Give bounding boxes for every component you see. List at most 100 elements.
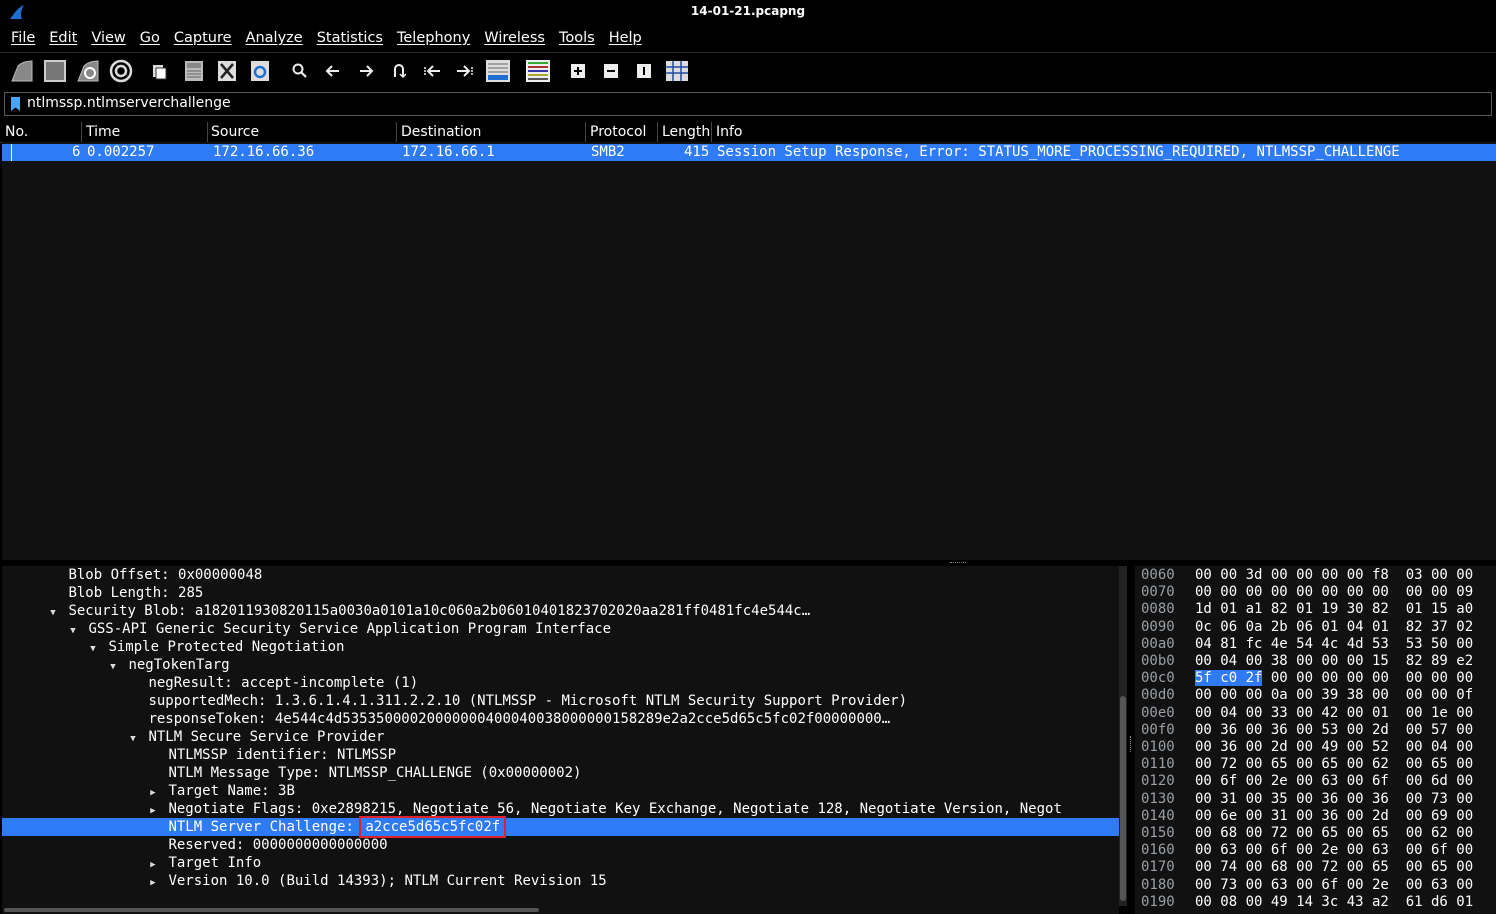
find-packet-icon[interactable] xyxy=(288,59,312,83)
bytes-line[interactable]: 0110 00 72 00 65 00 65 00 62 00 65 00 xyxy=(1135,756,1496,773)
packet-list[interactable]: 6 0.002257 172.16.66.36 172.16.66.1 SMB2… xyxy=(2,142,1496,560)
column-header-info[interactable]: Info xyxy=(716,124,743,142)
column-header-protocol[interactable]: Protocol xyxy=(590,124,646,142)
column-separator[interactable] xyxy=(711,122,712,142)
tree-item[interactable]: negResult: accept-incomplete (1) xyxy=(2,674,1119,692)
close-file-icon[interactable] xyxy=(215,59,239,83)
stop-square-icon[interactable] xyxy=(43,59,67,83)
tree-item[interactable]: NTLMSSP identifier: NTLMSSP xyxy=(2,746,1119,764)
menu-wireless[interactable]: Wireless xyxy=(477,30,552,46)
column-header-no[interactable]: No. xyxy=(5,124,28,142)
save-file-icon[interactable] xyxy=(182,59,206,83)
open-file-icon[interactable] xyxy=(148,59,172,83)
bytes-line[interactable]: 00c0 5f c0 2f 00 00 00 00 00 00 00 00 xyxy=(1135,670,1496,687)
menu-file[interactable]: File xyxy=(4,30,42,46)
bytes-line[interactable]: 0100 00 36 00 2d 00 49 00 52 00 04 00 xyxy=(1135,739,1496,756)
details-horizontal-scrollbar[interactable] xyxy=(2,906,1119,914)
display-filter-bar[interactable]: ntlmssp.ntlmserverchallenge xyxy=(4,92,1492,116)
column-header-length[interactable]: Length xyxy=(662,124,710,142)
tree-item[interactable]: responseToken: 4e544c4d53535000020000000… xyxy=(2,710,1119,728)
menu-edit[interactable]: Edit xyxy=(42,30,84,46)
column-separator[interactable] xyxy=(396,122,397,142)
go-forward-icon[interactable] xyxy=(354,59,378,83)
details-vertical-scrollbar[interactable] xyxy=(1119,566,1127,906)
menu-statistics[interactable]: Statistics xyxy=(310,30,390,46)
column-separator[interactable] xyxy=(81,122,82,142)
bytes-offset: 0060 xyxy=(1141,567,1175,583)
tree-item[interactable]: ▶ Target Name: 3B xyxy=(2,782,1119,800)
scrollbar-thumb[interactable] xyxy=(4,908,539,912)
resize-columns-icon[interactable] xyxy=(665,59,689,83)
column-header-destination[interactable]: Destination xyxy=(401,124,481,142)
bytes-line[interactable]: 0080 1d 01 a1 82 01 19 30 82 01 15 a0 xyxy=(1135,601,1496,618)
tree-item[interactable]: ▼ GSS-API Generic Security Service Appli… xyxy=(2,620,1119,638)
tree-item[interactable]: ▼ negTokenTarg xyxy=(2,656,1119,674)
shark-fin-start-icon[interactable] xyxy=(10,59,34,83)
menu-telephony[interactable]: Telephony xyxy=(390,30,477,46)
column-header-source[interactable]: Source xyxy=(211,124,259,142)
packet-bytes-pane[interactable]: 0060 00 00 3d 00 00 00 00 f8 03 00 00 0070… xyxy=(1135,566,1496,914)
bytes-line[interactable]: 00e0 00 04 00 33 00 42 00 01 00 1e 00 xyxy=(1135,705,1496,722)
splitter-grip[interactable] xyxy=(950,562,966,565)
go-to-packet-icon[interactable] xyxy=(387,59,411,83)
collapsed-arrow-icon[interactable]: ▶ xyxy=(146,874,160,892)
bytes-line[interactable]: 00b0 00 04 00 38 00 00 00 15 82 89 e2 xyxy=(1135,653,1496,670)
bytes-line[interactable]: 00d0 00 00 00 0a 00 39 38 00 00 00 0f xyxy=(1135,687,1496,704)
bytes-line[interactable]: 0140 00 6e 00 31 00 36 00 2d 00 69 00 xyxy=(1135,808,1496,825)
bytes-line[interactable]: 0160 00 63 00 6f 00 2e 00 63 00 6f 00 xyxy=(1135,842,1496,859)
tree-item[interactable]: NTLM Message Type: NTLMSSP_CHALLENGE (0x… xyxy=(2,764,1119,782)
capture-options-gear-icon[interactable] xyxy=(109,59,133,83)
splitter-grip[interactable] xyxy=(1130,736,1133,752)
tree-item[interactable]: ▼ Security Blob: a182011930820115a0030a0… xyxy=(2,602,1119,620)
normal-size-icon[interactable] xyxy=(632,59,656,83)
filter-bookmark-icon[interactable] xyxy=(11,97,20,111)
zoom-in-icon[interactable] xyxy=(566,59,590,83)
zoom-out-icon[interactable] xyxy=(599,59,623,83)
tree-item[interactable]: Blob Length: 285 xyxy=(2,584,1119,602)
tree-item[interactable]: ▼ NTLM Secure Service Provider xyxy=(2,728,1119,746)
reload-file-icon[interactable] xyxy=(248,59,272,83)
display-filter-input[interactable]: ntlmssp.ntlmserverchallenge xyxy=(27,95,231,111)
scrollbar-thumb[interactable] xyxy=(1120,696,1126,901)
column-separator[interactable] xyxy=(207,122,208,142)
bytes-line[interactable]: 0150 00 68 00 72 00 65 00 65 00 62 00 xyxy=(1135,825,1496,842)
column-separator[interactable] xyxy=(657,122,658,142)
tree-item[interactable]: Reserved: 0000000000000000 xyxy=(2,836,1119,854)
menu-analyze[interactable]: Analyze xyxy=(239,30,310,46)
bytes-line[interactable]: 0060 00 00 3d 00 00 00 00 f8 03 00 00 xyxy=(1135,567,1496,584)
bytes-line[interactable]: 0190 00 08 00 49 14 3c 43 a2 61 d6 01 xyxy=(1135,894,1496,911)
bytes-line[interactable]: 00f0 00 36 00 36 00 53 00 2d 00 57 00 xyxy=(1135,722,1496,739)
bytes-line[interactable]: 0180 00 73 00 63 00 6f 00 2e 00 63 00 xyxy=(1135,877,1496,894)
bytes-line[interactable]: 00a0 04 81 fc 4e 54 4c 4d 53 53 50 00 xyxy=(1135,636,1496,653)
tree-item[interactable]: ▶ Version 10.0 (Build 14393); NTLM Curre… xyxy=(2,872,1119,890)
packet-details-tree[interactable]: Blob Offset: 0x00000048 Blob Length: 285… xyxy=(2,566,1119,906)
bytes-line[interactable]: 0170 00 74 00 68 00 72 00 65 00 65 00 xyxy=(1135,859,1496,876)
tree-item[interactable]: Blob Offset: 0x00000048 xyxy=(2,566,1119,584)
bytes-line[interactable]: 0130 00 31 00 35 00 36 00 36 00 73 00 xyxy=(1135,791,1496,808)
bytes-offset: 00e0 xyxy=(1141,704,1175,721)
colorize-icon[interactable] xyxy=(526,59,550,83)
bytes-hex-values: 00 72 00 65 00 65 00 62 00 65 00 xyxy=(1195,756,1474,773)
tree-item[interactable]: ▶ Negotiate Flags: 0xe2898215, Negotiate… xyxy=(2,800,1119,818)
tree-item[interactable]: supportedMech: 1.3.6.1.4.1.311.2.2.10 (N… xyxy=(2,692,1119,710)
menu-go[interactable]: Go xyxy=(133,30,167,46)
restart-fin-icon[interactable] xyxy=(76,59,100,83)
details-bytes-splitter[interactable] xyxy=(1127,566,1135,914)
go-back-icon[interactable] xyxy=(321,59,345,83)
column-header-time[interactable]: Time xyxy=(86,124,120,142)
menu-help[interactable]: Help xyxy=(602,30,649,46)
bytes-line[interactable]: 0120 00 6f 00 2e 00 63 00 6f 00 6d 00 xyxy=(1135,773,1496,790)
packet-row-selected[interactable]: 6 0.002257 172.16.66.36 172.16.66.1 SMB2… xyxy=(2,144,1496,161)
menu-tools[interactable]: Tools xyxy=(552,30,602,46)
tree-item[interactable]: ▼ Simple Protected Negotiation xyxy=(2,638,1119,656)
first-packet-icon[interactable] xyxy=(420,59,444,83)
bytes-line[interactable]: 0090 0c 06 0a 2b 06 01 04 01 82 37 02 xyxy=(1135,619,1496,636)
bytes-line[interactable]: 0070 00 00 00 00 00 00 00 00 00 00 09 xyxy=(1135,584,1496,601)
tree-item[interactable]: ▶ Target Info xyxy=(2,854,1119,872)
auto-scroll-icon[interactable] xyxy=(486,59,510,83)
tree-item-selected[interactable]: NTLM Server Challenge: a2cce5d65c5fc02f xyxy=(2,816,1119,838)
last-packet-icon[interactable] xyxy=(453,59,477,83)
menu-view[interactable]: View xyxy=(84,30,132,46)
menu-capture[interactable]: Capture xyxy=(167,30,239,46)
column-separator[interactable] xyxy=(585,122,586,142)
